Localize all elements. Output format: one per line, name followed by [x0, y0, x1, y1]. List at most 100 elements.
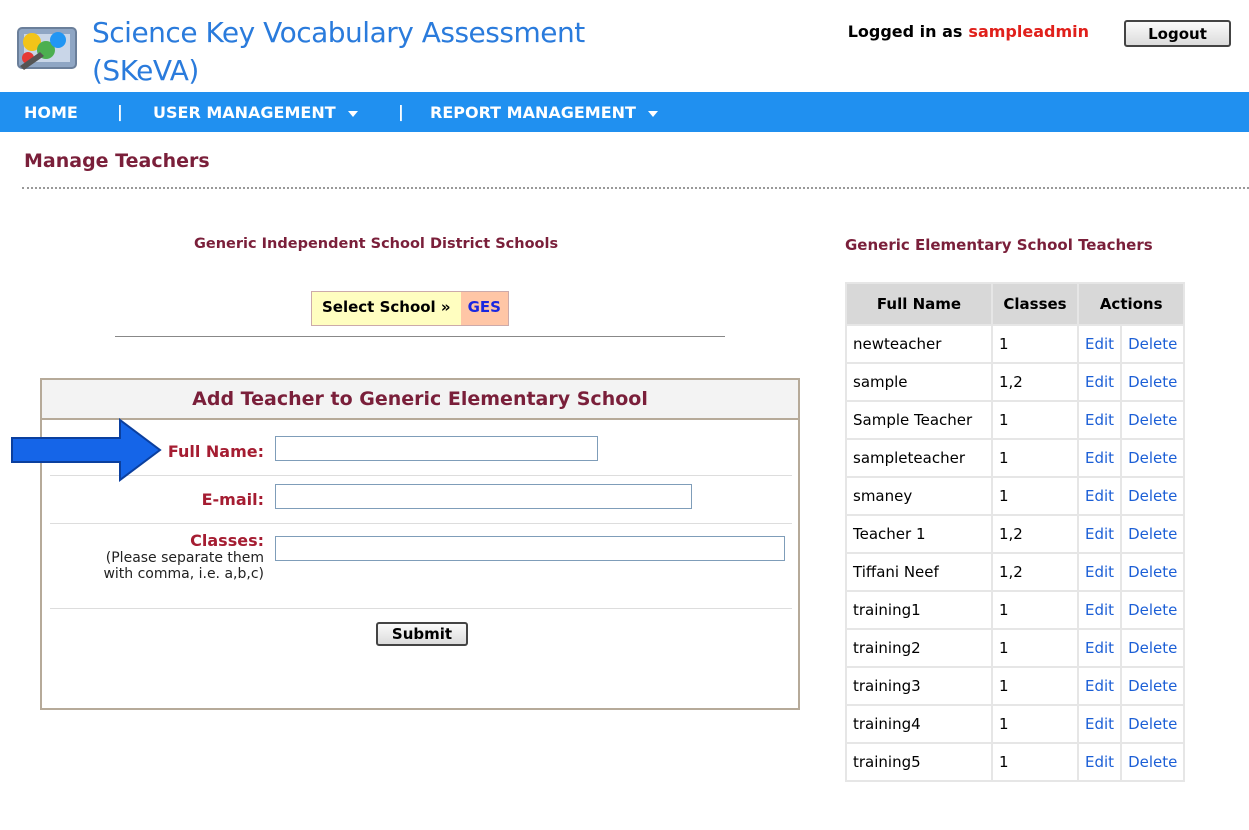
delete-link[interactable]: Delete [1122, 592, 1184, 628]
classes-label: Classes: [190, 531, 264, 550]
table-row: Sample Teacher 1 Edit Delete [847, 402, 1184, 438]
delete-link[interactable]: Delete [1122, 744, 1184, 780]
nav-separator: | [117, 102, 123, 121]
chevron-down-icon [347, 110, 358, 117]
teacher-classes-cell: 1 [993, 440, 1077, 476]
classes-hint-line: (Please separate them [105, 550, 264, 566]
column-header-actions: Actions [1079, 284, 1184, 324]
logout-button[interactable]: Logout [1124, 20, 1231, 47]
table-row: training4 1 Edit Delete [847, 706, 1184, 742]
nav-separator: | [398, 102, 404, 121]
school-selector[interactable]: Select School » GES [311, 291, 509, 326]
edit-link[interactable]: Edit [1079, 326, 1121, 362]
teacher-classes-cell: 1,2 [993, 516, 1077, 552]
edit-link[interactable]: Edit [1079, 364, 1121, 400]
nav-report-management[interactable]: REPORT MANAGEMENT [430, 103, 658, 122]
column-header-full-name: Full Name [847, 284, 991, 324]
teacher-name-cell: training1 [847, 592, 991, 628]
table-row: smaney 1 Edit Delete [847, 478, 1184, 514]
main-nav: HOME | USER MANAGEMENT | REPORT MANAGEME… [0, 92, 1249, 132]
teacher-name-cell: Sample Teacher [847, 402, 991, 438]
full-name-label: Full Name: [167, 442, 264, 461]
delete-link[interactable]: Delete [1122, 706, 1184, 742]
teacher-name-cell: newteacher [847, 326, 991, 362]
divider [22, 187, 1249, 189]
delete-link[interactable]: Delete [1122, 668, 1184, 704]
select-school-label: Select School » [312, 292, 461, 325]
edit-link[interactable]: Edit [1079, 630, 1121, 666]
teacher-classes-cell: 1 [993, 478, 1077, 514]
delete-link[interactable]: Delete [1122, 440, 1184, 476]
teacher-classes-cell: 1,2 [993, 364, 1077, 400]
nav-user-management-label: USER MANAGEMENT [153, 103, 336, 122]
edit-link[interactable]: Edit [1079, 706, 1121, 742]
teacher-name-cell: Teacher 1 [847, 516, 991, 552]
edit-link[interactable]: Edit [1079, 592, 1121, 628]
teachers-heading: Generic Elementary School Teachers [845, 236, 1153, 254]
table-row: sample 1,2 Edit Delete [847, 364, 1184, 400]
page-title: Manage Teachers [24, 150, 210, 172]
form-title: Add Teacher to Generic Elementary School [42, 380, 798, 420]
puzzle-logo-icon [17, 27, 77, 70]
teacher-name-cell: Tiffani Neef [847, 554, 991, 590]
teacher-name-cell: training5 [847, 744, 991, 780]
chevron-down-icon [647, 110, 658, 117]
table-row: sampleteacher 1 Edit Delete [847, 440, 1184, 476]
teacher-name-cell: training2 [847, 630, 991, 666]
teacher-classes-cell: 1 [993, 630, 1077, 666]
column-header-classes: Classes [993, 284, 1077, 324]
edit-link[interactable]: Edit [1079, 402, 1121, 438]
teacher-classes-cell: 1,2 [993, 554, 1077, 590]
teacher-classes-cell: 1 [993, 706, 1077, 742]
delete-link[interactable]: Delete [1122, 364, 1184, 400]
table-row: training3 1 Edit Delete [847, 668, 1184, 704]
divider [115, 336, 725, 337]
teacher-classes-cell: 1 [993, 402, 1077, 438]
teacher-rows: newteacher 1 Edit Delete sample 1,2 Edit Delete… [847, 326, 1184, 780]
edit-link[interactable]: Edit [1079, 516, 1121, 552]
teacher-classes-cell: 1 [993, 744, 1077, 780]
email-field[interactable] [275, 484, 692, 509]
login-status: Logged in as sampleadmin [848, 22, 1089, 41]
teacher-name-cell: sample [847, 364, 991, 400]
full-name-field[interactable] [275, 436, 598, 461]
logged-in-label: Logged in as [847, 22, 963, 41]
teacher-classes-cell: 1 [993, 326, 1077, 362]
selected-school-link[interactable]: GES [460, 292, 508, 325]
teacher-name-cell: sampleteacher [847, 440, 991, 476]
teacher-classes-cell: 1 [993, 592, 1077, 628]
username: sampleadmin [968, 22, 1089, 41]
table-row: Tiffani Neef 1,2 Edit Delete [847, 554, 1184, 590]
classes-field[interactable] [275, 536, 785, 561]
nav-home[interactable]: HOME [24, 103, 78, 122]
district-heading: Generic Independent School District Scho… [194, 236, 559, 252]
edit-link[interactable]: Edit [1079, 554, 1121, 590]
teacher-name-cell: training3 [847, 668, 991, 704]
edit-link[interactable]: Edit [1079, 744, 1121, 780]
table-row: training5 1 Edit Delete [847, 744, 1184, 780]
teachers-table: Full Name Classes Actions newteacher 1 Edi… [845, 282, 1186, 782]
teacher-name-cell: training4 [847, 706, 991, 742]
delete-link[interactable]: Delete [1122, 326, 1184, 362]
delete-link[interactable]: Delete [1122, 516, 1184, 552]
submit-button[interactable]: Submit [376, 622, 468, 646]
delete-link[interactable]: Delete [1122, 402, 1184, 438]
app-title: Science Key Vocabulary Assessment (SKeVA… [92, 16, 585, 87]
nav-user-management[interactable]: USER MANAGEMENT [153, 103, 358, 122]
nav-report-management-label: REPORT MANAGEMENT [430, 103, 636, 122]
delete-link[interactable]: Delete [1122, 554, 1184, 590]
table-row: training2 1 Edit Delete [847, 630, 1184, 666]
row-divider [50, 608, 792, 609]
arrow-right-icon [11, 418, 162, 482]
edit-link[interactable]: Edit [1079, 440, 1121, 476]
table-row: Teacher 1 1,2 Edit Delete [847, 516, 1184, 552]
classes-hint: (Please separate them with comma, i.e. a… [103, 550, 264, 582]
table-row: newteacher 1 Edit Delete [847, 326, 1184, 362]
edit-link[interactable]: Edit [1079, 478, 1121, 514]
edit-link[interactable]: Edit [1079, 668, 1121, 704]
delete-link[interactable]: Delete [1122, 630, 1184, 666]
teacher-name-cell: smaney [847, 478, 991, 514]
delete-link[interactable]: Delete [1122, 478, 1184, 514]
table-header-row: Full Name Classes Actions [847, 284, 1184, 324]
email-label: E-mail: [201, 490, 264, 509]
